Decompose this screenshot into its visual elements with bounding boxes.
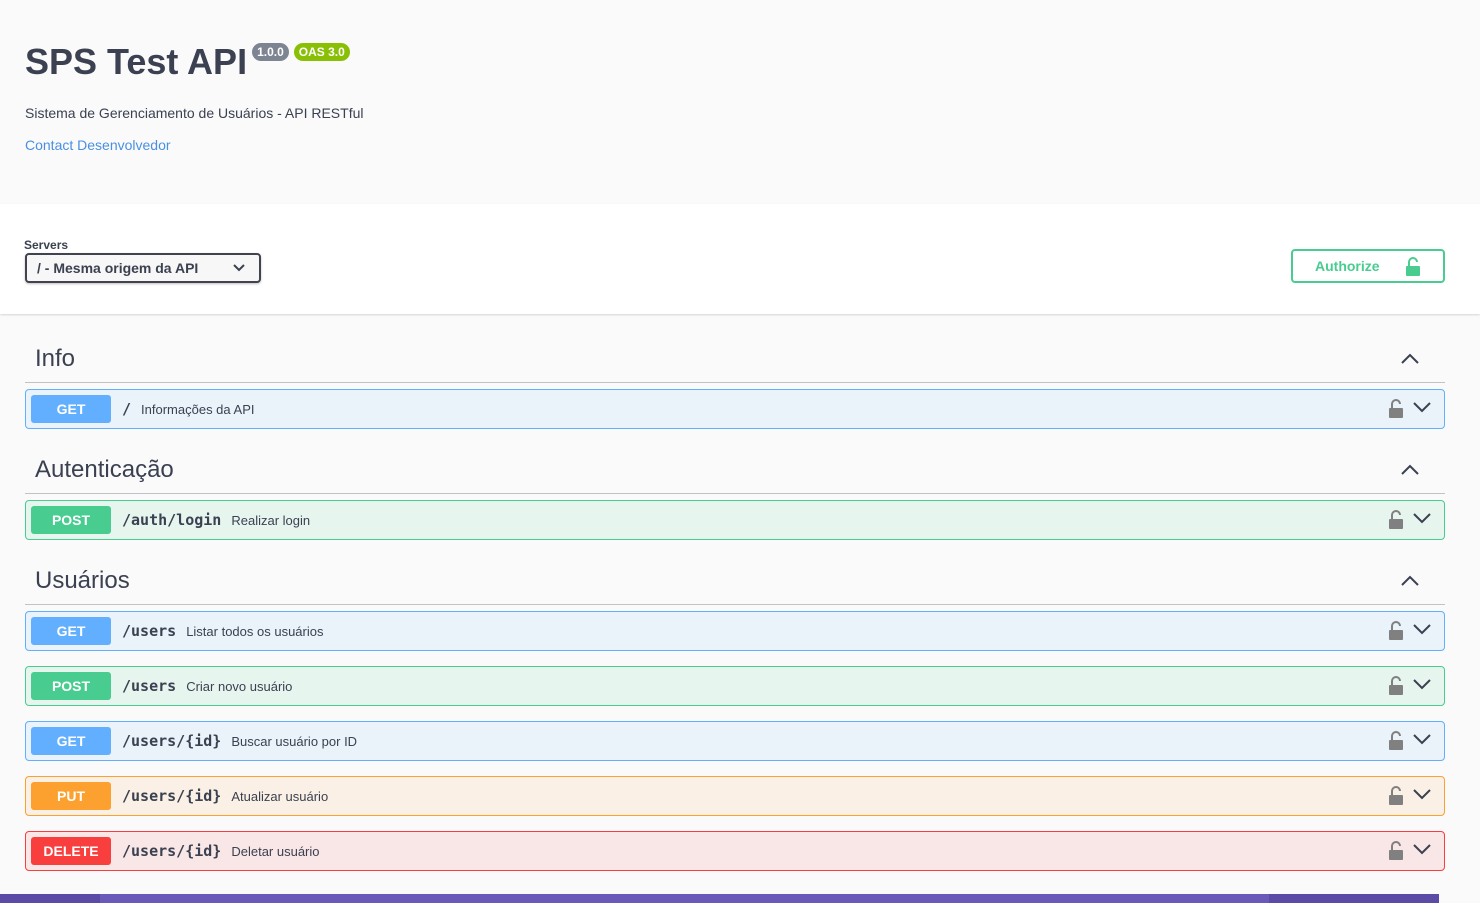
servers-bar: Servers / - Mesma origem da API Authoriz… [0,204,1480,314]
section-header[interactable]: Usuários [25,555,1445,605]
api-title: SPS Test API [25,41,248,82]
operation-path: /users [122,677,177,695]
section-title: Autenticação [35,456,174,483]
section-header[interactable]: Autenticação [25,444,1445,494]
authorize-button[interactable]: Authorize [1291,249,1445,283]
bottom-bar [0,894,1439,903]
section-info: Info GET / Informações da API [25,333,1445,429]
method-badge: GET [31,617,111,645]
operation-path: /auth/login [122,511,222,529]
operation-put-user[interactable]: PUT /users/{id} Atualizar usuário [25,776,1445,816]
operation-post-users[interactable]: POST /users Criar novo usuário [25,666,1445,706]
chevron-down-icon[interactable] [1412,843,1432,857]
servers-label: Servers [24,238,69,252]
operation-summary: Deletar usuário [231,843,320,859]
section-autenticacao: Autenticação POST /auth/login Realizar l… [25,444,1445,540]
method-badge: GET [31,727,111,755]
operation-summary: Buscar usuário por ID [231,733,358,749]
operation-path: /users/{id} [122,787,222,805]
servers-selected-value: / - Mesma origem da API [37,260,199,276]
chevron-up-icon[interactable] [1400,462,1420,476]
chevron-down-icon [233,264,245,272]
method-badge: DELETE [31,837,111,865]
operation-path: /users/{id} [122,842,222,860]
chevron-down-icon[interactable] [1412,678,1432,692]
operation-path: /users [122,622,177,640]
section-title: Usuários [35,567,130,594]
unlock-icon[interactable] [1388,841,1404,861]
contact-link[interactable]: Contact Desenvolvedor [25,137,171,153]
operation-summary: Criar novo usuário [186,678,293,694]
section-header[interactable]: Info [25,333,1445,383]
operation-get-user-by-id[interactable]: GET /users/{id} Buscar usuário por ID [25,721,1445,761]
chevron-down-icon[interactable] [1412,733,1432,747]
operation-post-auth-login[interactable]: POST /auth/login Realizar login [25,500,1445,540]
api-description: Sistema de Gerenciamento de Usuários - A… [25,105,364,121]
unlock-icon[interactable] [1388,399,1404,419]
operation-summary: Informações da API [141,401,255,417]
operation-summary: Listar todos os usuários [186,623,324,639]
swagger-page: SPS Test API 1.0.0 OAS 3.0 Sistema de Ge… [0,0,1480,903]
unlock-icon[interactable] [1388,786,1404,806]
servers-select[interactable]: / - Mesma origem da API [25,253,261,283]
operation-summary: Realizar login [231,512,311,528]
unlock-icon[interactable] [1388,621,1404,641]
chevron-down-icon[interactable] [1412,512,1432,526]
authorize-label: Authorize [1315,258,1380,274]
unlock-icon[interactable] [1388,731,1404,751]
method-badge: GET [31,395,111,423]
title-row: SPS Test API 1.0.0 OAS 3.0 [25,40,350,84]
chevron-down-icon[interactable] [1412,788,1432,802]
section-title: Info [35,345,76,372]
unlock-icon [1406,257,1420,276]
method-badge: PUT [31,782,111,810]
bottom-bar-segment [1269,894,1439,903]
api-info: SPS Test API 1.0.0 OAS 3.0 [25,40,350,84]
chevron-up-icon[interactable] [1400,351,1420,365]
section-usuarios: Usuários GET /users Listar todos os usuá… [25,555,1445,871]
operation-get-root[interactable]: GET / Informações da API [25,389,1445,429]
operation-delete-user[interactable]: DELETE /users/{id} Deletar usuário [25,831,1445,871]
operation-summary: Atualizar usuário [231,788,329,804]
unlock-icon[interactable] [1388,676,1404,696]
operation-path: / [122,400,132,418]
chevron-down-icon[interactable] [1412,401,1432,415]
method-badge: POST [31,672,111,700]
operation-path: /users/{id} [122,732,222,750]
chevron-up-icon[interactable] [1400,573,1420,587]
operation-get-users[interactable]: GET /users Listar todos os usuários [25,611,1445,651]
unlock-icon[interactable] [1388,510,1404,530]
chevron-down-icon[interactable] [1412,623,1432,637]
method-badge: POST [31,506,111,534]
bottom-bar-segment [0,894,100,903]
version-badge: 1.0.0 [252,43,289,61]
oas-badge: OAS 3.0 [293,43,350,61]
